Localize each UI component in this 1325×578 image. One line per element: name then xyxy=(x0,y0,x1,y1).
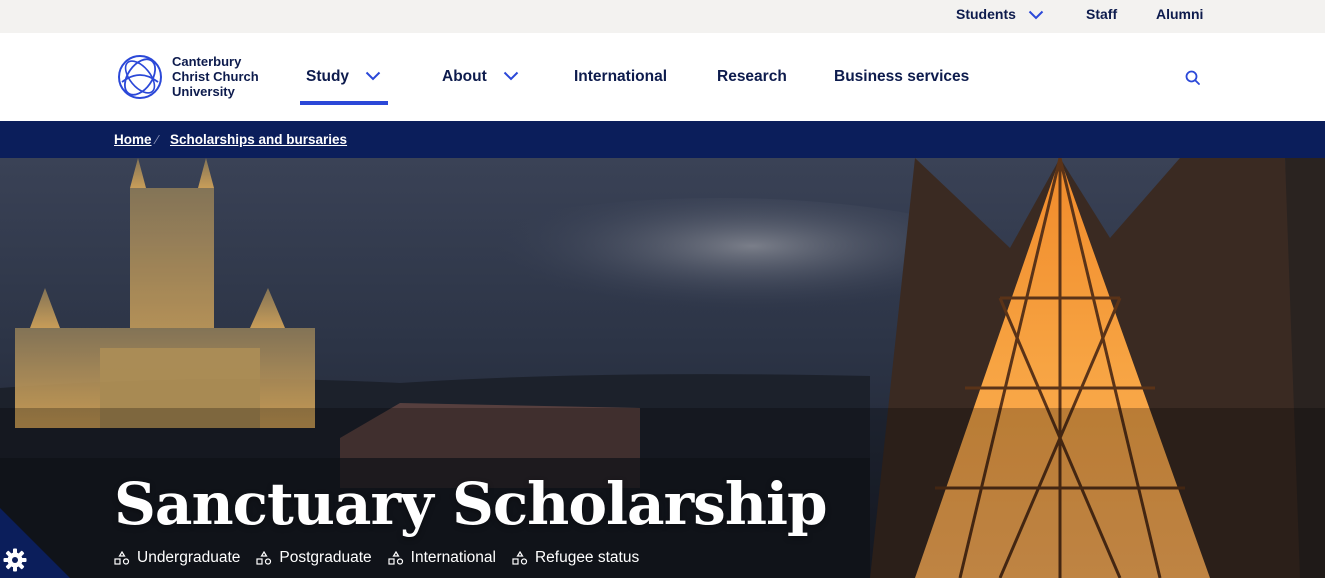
nav-business-services[interactable]: Business services xyxy=(834,68,969,86)
chevron-down-icon xyxy=(1028,7,1044,23)
nav-about-label: About xyxy=(442,68,487,86)
nav-research[interactable]: Research xyxy=(717,68,787,86)
level-icon xyxy=(256,551,272,565)
level-icon xyxy=(512,551,528,565)
cookie-settings-button[interactable] xyxy=(2,547,28,573)
utility-bar: Students Staff Alumni xyxy=(0,0,1325,33)
breadcrumb-current[interactable]: Scholarships and bursaries xyxy=(170,132,347,147)
logo-mark-icon xyxy=(118,55,162,99)
logo-wordmark: Canterbury Christ Church University xyxy=(172,54,259,99)
search-icon xyxy=(1185,70,1200,85)
alumni-link[interactable]: Alumni xyxy=(1156,6,1203,22)
nav-study-label: Study xyxy=(306,68,350,86)
nav-international[interactable]: International xyxy=(574,68,667,86)
chevron-down-icon xyxy=(365,68,381,86)
nav-study[interactable]: Study xyxy=(306,68,381,86)
page-title: Sanctuary Scholarship xyxy=(114,470,828,538)
gear-icon xyxy=(3,548,27,572)
tag-label: Refugee status xyxy=(534,549,640,566)
logo-line-2: Christ Church xyxy=(172,69,259,84)
staff-link[interactable]: Staff xyxy=(1086,6,1117,22)
main-header: Canterbury Christ Church University Stud… xyxy=(0,33,1325,121)
students-label: Students xyxy=(956,6,1016,22)
tag-undergraduate: Undergraduate xyxy=(114,549,240,567)
study-level-tags: Undergraduate Postgraduate International… xyxy=(114,549,639,567)
tag-international: International xyxy=(388,549,496,567)
nav-active-indicator xyxy=(300,101,388,105)
breadcrumb-home[interactable]: Home xyxy=(114,132,152,147)
tag-label: International xyxy=(410,549,496,566)
breadcrumb: Home ⁄ Scholarships and bursaries xyxy=(0,121,1325,158)
tag-label: Postgraduate xyxy=(279,549,372,566)
nav-about[interactable]: About xyxy=(442,68,519,86)
tag-postgraduate: Postgraduate xyxy=(256,549,372,567)
breadcrumb-separator: ⁄ xyxy=(156,132,159,147)
tag-label: Undergraduate xyxy=(137,549,241,566)
chevron-down-icon xyxy=(503,68,519,86)
university-logo[interactable]: Canterbury Christ Church University xyxy=(116,52,276,102)
level-icon xyxy=(114,551,130,565)
logo-line-1: Canterbury xyxy=(172,54,242,69)
level-icon xyxy=(388,551,403,565)
students-menu-button[interactable]: Students xyxy=(956,6,1044,23)
tag-refugee-status: Refugee status xyxy=(512,549,639,567)
hero-banner: Sanctuary Scholarship Undergraduate Post… xyxy=(0,158,1325,578)
search-button[interactable] xyxy=(1184,69,1202,87)
logo-line-3: University xyxy=(172,84,235,99)
